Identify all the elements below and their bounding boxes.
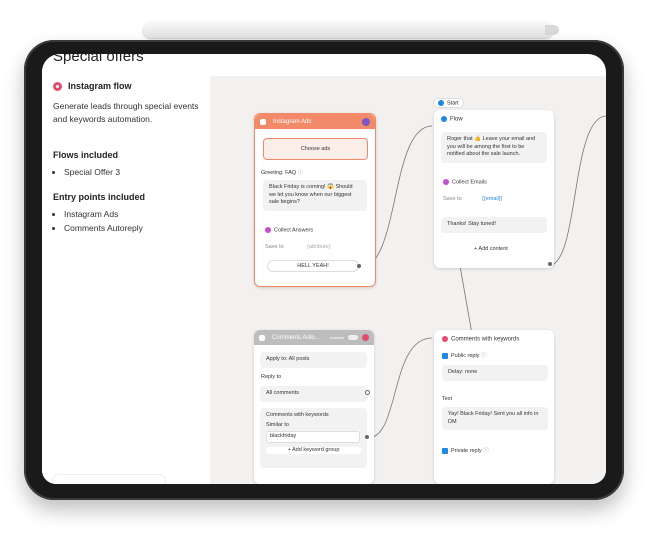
- flow-description: Generate leads through special events an…: [53, 101, 199, 124]
- keywords-option-label: Comments with keywords: [266, 412, 329, 418]
- keywords-option[interactable]: Comments with keywords Similar to blackf…: [260, 408, 367, 468]
- reply-to-label: Reply to: [261, 374, 282, 380]
- flow-message: Roger that 👍 Leave your email and you wi…: [441, 132, 547, 163]
- collect-answers: Collect Answers: [265, 227, 313, 233]
- card-title: Comments with keywords: [442, 336, 519, 343]
- choose-ads-label: Choose ads: [300, 146, 331, 152]
- template-details-panel: Special offers Instagram flow Generate l…: [42, 54, 210, 484]
- start-badge: Start: [433, 98, 464, 109]
- delay-setting[interactable]: Delay: none: [442, 365, 548, 381]
- greeting-message: Black Friday is coming! 😱 Should we let …: [263, 180, 367, 211]
- active-toggle[interactable]: [348, 335, 358, 340]
- warning-icon: [362, 334, 369, 341]
- private-reply[interactable]: Private reply ⓘ: [442, 446, 489, 454]
- instagram-badge-icon: [362, 117, 370, 126]
- collect-emails: Collect Emails: [443, 179, 487, 185]
- public-reply-text[interactable]: Yay! Black Friday! Sent you all info in …: [442, 407, 548, 430]
- output-port[interactable]: [357, 264, 361, 268]
- user-icon: [442, 336, 448, 342]
- flows-heading: Flows included: [53, 150, 119, 160]
- add-content-button[interactable]: + Add content: [474, 246, 508, 252]
- instagram-ads-card[interactable]: Instagram Ads Choose ads Greeting: FAQ ⓘ…: [254, 113, 376, 287]
- text-label: Text: [442, 396, 453, 402]
- instagram-ads-icon: [260, 118, 266, 125]
- card-header: Instagram Ads: [255, 114, 375, 129]
- card-title: Instagram Ads: [273, 118, 312, 125]
- flow-name-label: Instagram flow: [68, 81, 132, 91]
- output-port[interactable]: [365, 390, 370, 395]
- comments-with-keywords-card[interactable]: Comments with keywords Public reply ⓘ De…: [434, 330, 554, 484]
- choose-ads-button[interactable]: Choose ads: [263, 138, 368, 160]
- message-icon: [441, 116, 447, 122]
- list-item: Special Offer 3: [64, 166, 120, 180]
- flow-title: Flow: [441, 116, 463, 123]
- flow-canvas[interactable]: Start Instagram Ads Choose ads Greeting:…: [210, 76, 606, 484]
- all-comments-option[interactable]: All comments: [260, 386, 367, 402]
- entry-points-list: Instagram Ads Comments Autoreply: [53, 208, 143, 235]
- comments-icon: [259, 334, 265, 341]
- collect-icon: [265, 227, 271, 233]
- save-to-variable[interactable]: {attribute}: [307, 244, 331, 250]
- status-toggle-label: Inactive: [330, 335, 344, 340]
- apply-to[interactable]: Apply to: All posts: [260, 352, 367, 368]
- card-title: Comments Auto...: [272, 334, 320, 341]
- hell-yeah-button[interactable]: HELL YEAH!: [267, 260, 359, 272]
- output-port[interactable]: [548, 262, 552, 266]
- thanks-message: Thanks! Stay tuned!: [441, 217, 547, 233]
- flows-list: Special Offer 3: [53, 166, 120, 180]
- page-title: Special offers: [53, 54, 144, 65]
- save-to-variable[interactable]: {{email}}: [482, 196, 503, 202]
- keyword-chip[interactable]: blackfriday: [266, 431, 360, 443]
- flow-name: Instagram flow: [53, 81, 132, 91]
- list-item: Instagram Ads: [64, 208, 143, 222]
- card-header: Comments Auto... Inactive: [254, 330, 374, 345]
- similar-to-label: Similar to: [266, 421, 289, 428]
- instagram-icon: [53, 81, 62, 91]
- greeting-label: Greeting: FAQ ⓘ: [261, 170, 304, 176]
- apple-pencil: [143, 22, 559, 38]
- flow-card[interactable]: Flow Roger that 👍 Leave your email and y…: [434, 110, 554, 268]
- list-item: Comments Autoreply: [64, 222, 143, 236]
- tablet-screen: Special offers Instagram flow Generate l…: [42, 54, 606, 484]
- collect-icon: [443, 179, 449, 185]
- checkbox-icon[interactable]: [442, 447, 448, 454]
- output-port[interactable]: [365, 435, 369, 439]
- entry-points-heading: Entry points included: [53, 192, 146, 202]
- checkbox-icon[interactable]: [442, 352, 448, 359]
- start-label: Start: [447, 100, 459, 107]
- save-to-label: Save to: [265, 244, 284, 250]
- add-keyword-group-button[interactable]: + Add keyword group: [266, 446, 361, 454]
- comments-autoreply-card[interactable]: Comments Auto... Inactive Apply to: All …: [254, 330, 374, 484]
- start-icon: [438, 100, 444, 106]
- bottom-button[interactable]: [52, 474, 166, 484]
- save-to-label: Save to: [443, 196, 462, 202]
- public-reply[interactable]: Public reply ⓘ: [442, 351, 486, 359]
